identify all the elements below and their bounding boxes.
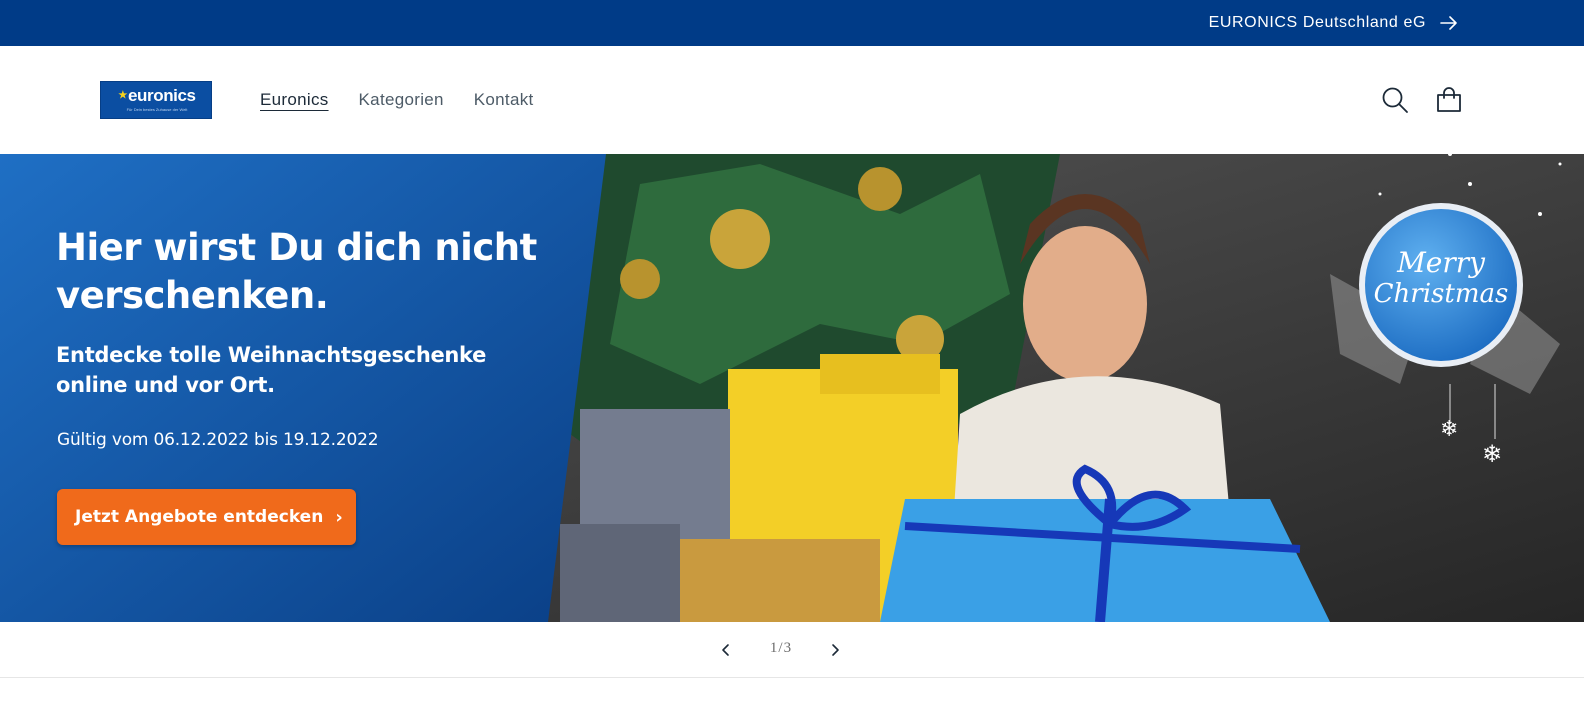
nav-item-kategorien[interactable]: Kategorien — [359, 90, 444, 110]
search-button[interactable] — [1380, 85, 1410, 115]
logo-wordmark: ★euronics — [101, 86, 213, 106]
cart-button[interactable] — [1434, 85, 1464, 115]
hero-slide: ❄ ❄ Merry Christmas Hier wirst Du dich n… — [0, 154, 1584, 622]
announcement-link[interactable]: EURONICS Deutschland eG — [1209, 0, 1458, 46]
svg-text:❄: ❄ — [1482, 440, 1502, 468]
slide-counter: 1/3 — [769, 640, 793, 656]
badge-line-2: Christmas — [1374, 279, 1509, 309]
euronics-logo[interactable]: ★euronics Für Dein bestes Zuhause der We… — [100, 81, 212, 119]
cart-icon — [1437, 87, 1461, 112]
site-header: ★euronics Für Dein bestes Zuhause der We… — [0, 46, 1584, 154]
star-icon: ★ — [118, 90, 127, 101]
hero-title-line-2: verschenken. — [56, 274, 329, 317]
hero-subtitle: Entdecke tolle Weihnachtsgeschenke onlin… — [56, 340, 556, 400]
logo-tagline: Für Dein bestes Zuhause der Welt — [126, 107, 188, 112]
hero-subtitle-line-2: online und vor Ort. — [56, 373, 275, 397]
svg-text:❄: ❄ — [1440, 417, 1458, 442]
slider-prev-button[interactable] — [712, 636, 740, 664]
logo-word-text: euronics — [127, 86, 196, 105]
announcement-bar: EURONICS Deutschland eG — [0, 0, 1584, 46]
search-icon — [1382, 87, 1408, 113]
hero-title: Hier wirst Du dich nicht verschenken. — [56, 224, 576, 320]
chevron-left-icon — [722, 644, 729, 656]
chevron-right-icon — [832, 644, 839, 656]
hero-title-line-1: Hier wirst Du dich nicht — [56, 226, 537, 269]
hero-validity: Gültig vom 06.12.2022 bis 19.12.2022 — [57, 430, 379, 450]
cta-label: Jetzt Angebote entdecken — [75, 507, 324, 527]
slider-next-button[interactable] — [821, 636, 849, 664]
chevron-right-icon: › — [335, 506, 343, 528]
offers-cta-button[interactable]: Jetzt Angebote entdecken › — [57, 489, 356, 545]
arrow-right-icon — [1440, 16, 1457, 30]
slider-controls: 1/3 — [0, 622, 1584, 678]
nav-item-kontakt[interactable]: Kontakt — [474, 90, 534, 110]
nav-item-euronics[interactable]: Euronics — [260, 90, 329, 110]
main-nav: Euronics Kategorien Kontakt — [260, 46, 534, 154]
announcement-text: EURONICS Deutschland eG — [1208, 14, 1426, 31]
badge-line-1: Merry — [1396, 246, 1486, 279]
hero-subtitle-line-1: Entdecke tolle Weihnachtsgeschenke — [56, 343, 487, 367]
